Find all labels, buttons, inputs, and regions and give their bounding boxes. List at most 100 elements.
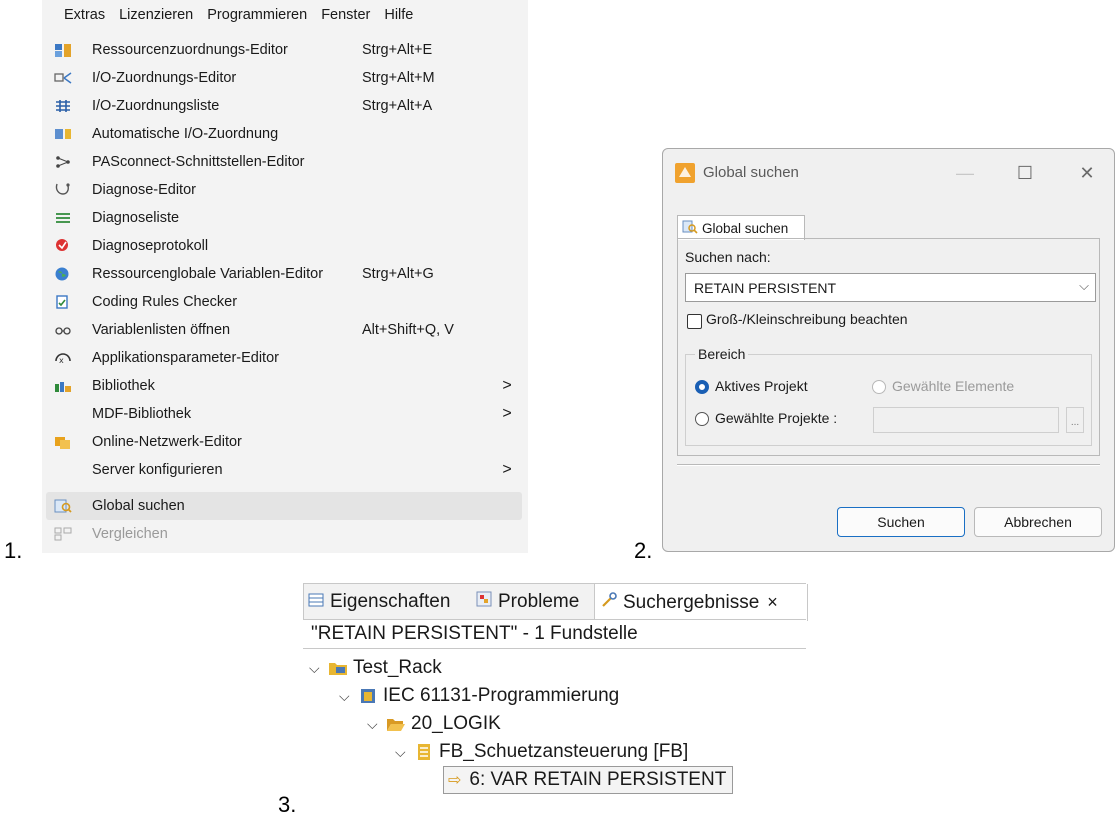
menu-item-shortcut: Strg+Alt+G [362,266,434,282]
menu-item-label: Coding Rules Checker [92,294,238,310]
submenu-arrow-icon: > [502,377,512,394]
menu-item-online-network-editor[interactable]: Online-Netzwerk-Editor [46,428,522,456]
pasconnect-icon [52,153,74,171]
menu-item-label: Vergleichen [92,526,168,542]
menu-item-io-assignment-list[interactable]: I/O-Zuordnungsliste Strg+Alt+A [46,92,522,120]
extras-dropdown-menu: Ressourcenzuordnungs-Editor Strg+Alt+E I… [42,30,528,553]
menu-item-label: Applikationsparameter-Editor [92,350,279,366]
menu-item-coding-rules-checker[interactable]: Coding Rules Checker [46,288,522,316]
compare-icon [52,525,74,543]
library-icon [52,377,74,395]
menu-item-label: I/O-Zuordnungsliste [92,98,220,114]
menu-item-io-assignment-editor[interactable]: I/O-Zuordnungs-Editor Strg+Alt+M [46,64,522,92]
diagnosis-icon [52,181,74,199]
menu-hilfe[interactable]: Hilfe [377,7,420,23]
selected-elements-label: Gewählte Elemente [892,378,1015,394]
tree-label: IEC 61131-Programmierung [383,685,620,706]
menu-item-label: Ressourcenzuordnungs-Editor [92,42,288,58]
menu-item-diagnosis-editor[interactable]: Diagnose-Editor [46,176,522,204]
search-button[interactable]: Suchen [837,507,965,537]
close-button[interactable]: ✕ [1077,163,1097,184]
global-search-icon [52,497,74,515]
cancel-button[interactable]: Abbrechen [974,507,1102,537]
function-block-icon [413,743,435,761]
menu-item-shortcut: Strg+Alt+E [362,42,433,58]
glasses-icon [52,321,74,339]
parameter-icon: x [52,349,74,367]
step-label-1: 1. [4,538,23,563]
tree-node-search-match[interactable]: ⇨ 6: VAR RETAIN PERSISTENT [443,766,734,794]
problems-icon [476,591,492,613]
app-logo-icon [675,163,695,188]
view-tab-bar: Eigenschaften Probleme Suchergebnisse × [303,583,808,621]
radio-active-project[interactable] [695,380,709,394]
io-assign-icon [52,69,74,87]
tree-label: 20_LOGIK [411,713,501,734]
menu-item-label: Automatische I/O-Zuordnung [92,126,279,142]
tab-global-search[interactable]: Global suchen [677,215,805,240]
tree-node-20-logik[interactable]: ⌵ 20_LOGIK [367,710,501,738]
tree-node-fb-schuetzansteuerung[interactable]: ⌵ FB_Schuetzansteuerung [FB] [395,738,688,766]
chevron-down-icon[interactable]: ⌵ [1079,278,1089,294]
tab-label: Eigenschaften [330,591,451,612]
menu-item-label: Server konfigurieren [92,462,223,478]
minimize-button[interactable]: — [955,163,975,184]
chevron-down-icon[interactable]: ⌵ [309,660,327,677]
step-label-2: 2. [634,538,653,563]
tab-search-results[interactable]: Suchergebnisse × [594,584,808,621]
search-term-value: RETAIN PERSISTENT [694,279,837,296]
search-match-item[interactable]: ⇨ 6: VAR RETAIN PERSISTENT [443,766,734,794]
submenu-arrow-icon: > [502,461,512,478]
chevron-down-icon[interactable]: ⌵ [367,716,385,733]
menu-item-label: I/O-Zuordnungs-Editor [92,70,237,86]
tree-label: Test_Rack [353,657,442,678]
menu-extras[interactable]: Extras [42,7,112,23]
menu-item-pasconnect-editor[interactable]: PASconnect-Schnittstellen-Editor [46,148,522,176]
tab-problems[interactable]: Probleme [472,584,579,620]
menu-item-shortcut: Strg+Alt+A [362,98,433,114]
radio-selected-projects[interactable] [695,412,709,426]
dialog-titlebar: Global suchen — ☐ ✕ [663,149,1114,197]
chevron-down-icon[interactable]: ⌵ [395,744,413,761]
menu-item-open-variable-lists[interactable]: Variablenlisten öffnen Alt+Shift+Q, V [46,316,522,344]
resource-assign-icon [52,41,74,59]
tree-label: 6: VAR RETAIN PERSISTENT [469,769,727,790]
menu-item-label: Online-Netzwerk-Editor [92,434,242,450]
selected-projects-label: Gewählte Projekte : [715,410,838,426]
close-tab-icon[interactable]: × [767,592,778,613]
chevron-down-icon[interactable]: ⌵ [339,688,357,705]
search-results-view: Eigenschaften Probleme Suchergebnisse × … [303,583,808,817]
menu-item-mdf-library[interactable]: MDF-Bibliothek > [46,400,522,428]
menu-item-library[interactable]: Bibliothek > [46,372,522,400]
menu-item-label: Bibliothek [92,378,155,394]
tree-node-test-rack[interactable]: ⌵ Test_Rack [309,654,442,682]
network-icon [52,433,74,451]
menu-item-configure-server[interactable]: Server konfigurieren > [46,456,522,484]
search-results-icon [601,591,619,614]
search-term-combobox[interactable]: RETAIN PERSISTENT ⌵ [685,273,1096,302]
globe-icon [52,265,74,283]
menu-item-compare: Vergleichen [46,520,522,548]
diagnosis-log-icon [52,237,74,255]
menu-fenster[interactable]: Fenster [314,7,377,23]
divider [677,464,1100,466]
menu-item-resource-global-variables-editor[interactable]: Ressourcenglobale Variablen-Editor Strg+… [46,260,522,288]
case-sensitive-checkbox[interactable] [687,314,702,329]
menu-item-label: Global suchen [92,498,185,514]
menu-item-global-search[interactable]: Global suchen [46,492,522,520]
tree-node-iec-programming[interactable]: ⌵ IEC 61131-Programmierung [339,682,619,710]
submenu-arrow-icon: > [502,405,512,422]
tab-properties[interactable]: Eigenschaften [308,584,450,620]
browse-button: ... [1066,407,1084,433]
maximize-button[interactable]: ☐ [1015,163,1035,184]
menu-item-resource-assignment-editor[interactable]: Ressourcenzuordnungs-Editor Strg+Alt+E [46,36,522,64]
rack-folder-icon [327,659,349,677]
menu-item-diagnosis-list[interactable]: Diagnoseliste [46,204,522,232]
menu-item-label: Diagnoseliste [92,210,180,226]
menu-lizenzieren[interactable]: Lizenzieren [112,7,200,23]
menu-item-automatic-io-assignment[interactable]: Automatische I/O-Zuordnung [46,120,522,148]
menu-item-application-parameter-editor[interactable]: x Applikationsparameter-Editor [46,344,522,372]
menu-programmieren[interactable]: Programmieren [200,7,314,23]
menu-item-shortcut: Alt+Shift+Q, V [362,322,454,338]
menu-item-diagnosis-log[interactable]: Diagnoseprotokoll [46,232,522,260]
